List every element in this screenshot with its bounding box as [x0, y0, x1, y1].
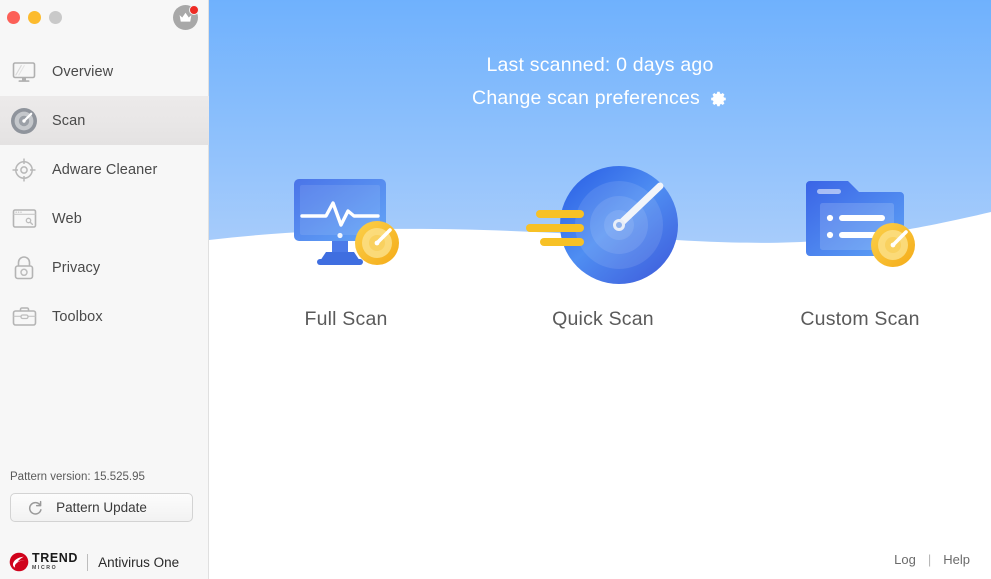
upgrade-crown-button[interactable]	[173, 5, 200, 32]
folder-list-scan-icon	[760, 160, 960, 290]
scan-label: Full Scan	[304, 308, 388, 330]
window-titlebar	[0, 0, 209, 42]
sidebar-item-label: Scan	[52, 112, 86, 129]
gear-icon[interactable]	[710, 90, 728, 108]
refresh-icon	[26, 499, 44, 517]
change-scan-preferences-link[interactable]: Change scan preferences	[472, 87, 728, 110]
sidebar-item-web[interactable]: Web	[0, 194, 209, 243]
sidebar-item-label: Web	[52, 210, 82, 227]
scan-label: Custom Scan	[800, 308, 920, 330]
window-zoom-button[interactable]	[49, 11, 62, 24]
toolbox-icon	[7, 300, 41, 334]
sidebar-item-privacy[interactable]: Privacy	[0, 243, 209, 292]
brand-divider	[87, 553, 89, 571]
sidebar-item-toolbox[interactable]: Toolbox	[0, 292, 209, 341]
brand-name-line2: MICRO	[32, 565, 58, 572]
last-scanned-text: Last scanned: 0 days ago	[486, 54, 714, 76]
notification-dot	[189, 5, 199, 15]
sidebar-item-label: Adware Cleaner	[52, 161, 158, 178]
full-scan-button[interactable]: Full Scan	[246, 160, 446, 331]
footer-links: Log | Help	[894, 552, 970, 567]
window-close-button[interactable]	[7, 11, 20, 24]
sidebar-item-scan[interactable]: Scan	[0, 96, 209, 145]
scan-label: Quick Scan	[552, 308, 654, 330]
brand-wordmark: TREND MICRO	[32, 552, 78, 571]
sidebar-item-overview[interactable]: Overview	[0, 47, 209, 96]
footer-separator: |	[927, 552, 932, 567]
monitor-icon	[7, 55, 41, 89]
pattern-version-text: Pattern version: 15.525.95	[10, 471, 145, 483]
brand-logo: TREND MICRO Antivirus One	[9, 551, 179, 573]
sidebar-nav: Overview Scan Adware Cleaner Web Privacy…	[0, 47, 209, 341]
pattern-update-button[interactable]: Pattern Update	[10, 493, 193, 522]
window-minimize-button[interactable]	[28, 11, 41, 24]
brand-name-line1: TREND	[32, 551, 79, 566]
browser-window-icon	[7, 202, 41, 236]
sidebar-item-label: Privacy	[52, 259, 101, 276]
padlock-icon	[7, 251, 41, 285]
change-scan-preferences-label: Change scan preferences	[472, 87, 700, 109]
antivirus-one-window: Overview Scan Adware Cleaner Web Privacy…	[0, 0, 991, 579]
sidebar: Overview Scan Adware Cleaner Web Privacy…	[0, 0, 209, 579]
sidebar-item-label: Toolbox	[52, 308, 103, 325]
trend-micro-logo-icon	[9, 552, 29, 572]
radar-dial-icon	[503, 160, 703, 290]
log-link[interactable]: Log	[894, 552, 916, 567]
crosshair-icon	[7, 153, 41, 187]
scan-options-row: Full Scan Quick Scan Custom Scan	[209, 160, 991, 360]
main-content: Last scanned: 0 days ago Change scan pre…	[209, 0, 991, 579]
custom-scan-button[interactable]: Custom Scan	[760, 160, 960, 331]
sidebar-item-label: Overview	[52, 63, 114, 80]
hero-text-block: Last scanned: 0 days ago Change scan pre…	[209, 0, 991, 110]
radar-icon	[7, 104, 41, 138]
product-name: Antivirus One	[98, 554, 180, 570]
sidebar-item-adware-cleaner[interactable]: Adware Cleaner	[0, 145, 209, 194]
help-link[interactable]: Help	[943, 552, 970, 567]
monitor-pulse-scan-icon	[246, 160, 446, 290]
quick-scan-button[interactable]: Quick Scan	[503, 160, 703, 331]
